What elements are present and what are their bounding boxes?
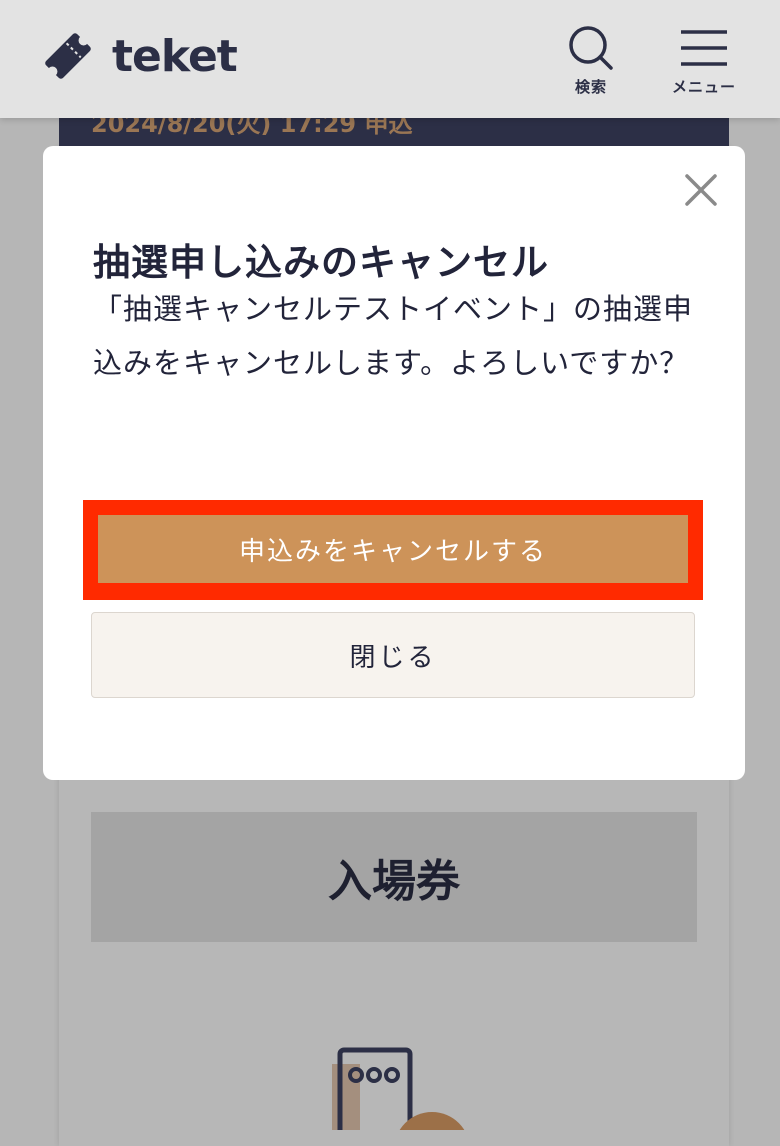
confirm-cancel-button[interactable]: 申込みをキャンセルする <box>98 515 688 583</box>
dialog-title: 抽選申し込みのキャンセル <box>93 241 549 284</box>
close-icon[interactable] <box>683 172 719 208</box>
dialog-message: 「抽選キャンセルテストイベント」の抽選申込みをキャンセルします。よろしいですか？ <box>93 292 694 380</box>
close-button[interactable]: 閉じる <box>91 612 695 698</box>
cancel-lottery-dialog: 抽選申し込みのキャンセル 「抽選キャンセルテストイベント」の抽選申込みをキャンセ… <box>43 146 745 780</box>
